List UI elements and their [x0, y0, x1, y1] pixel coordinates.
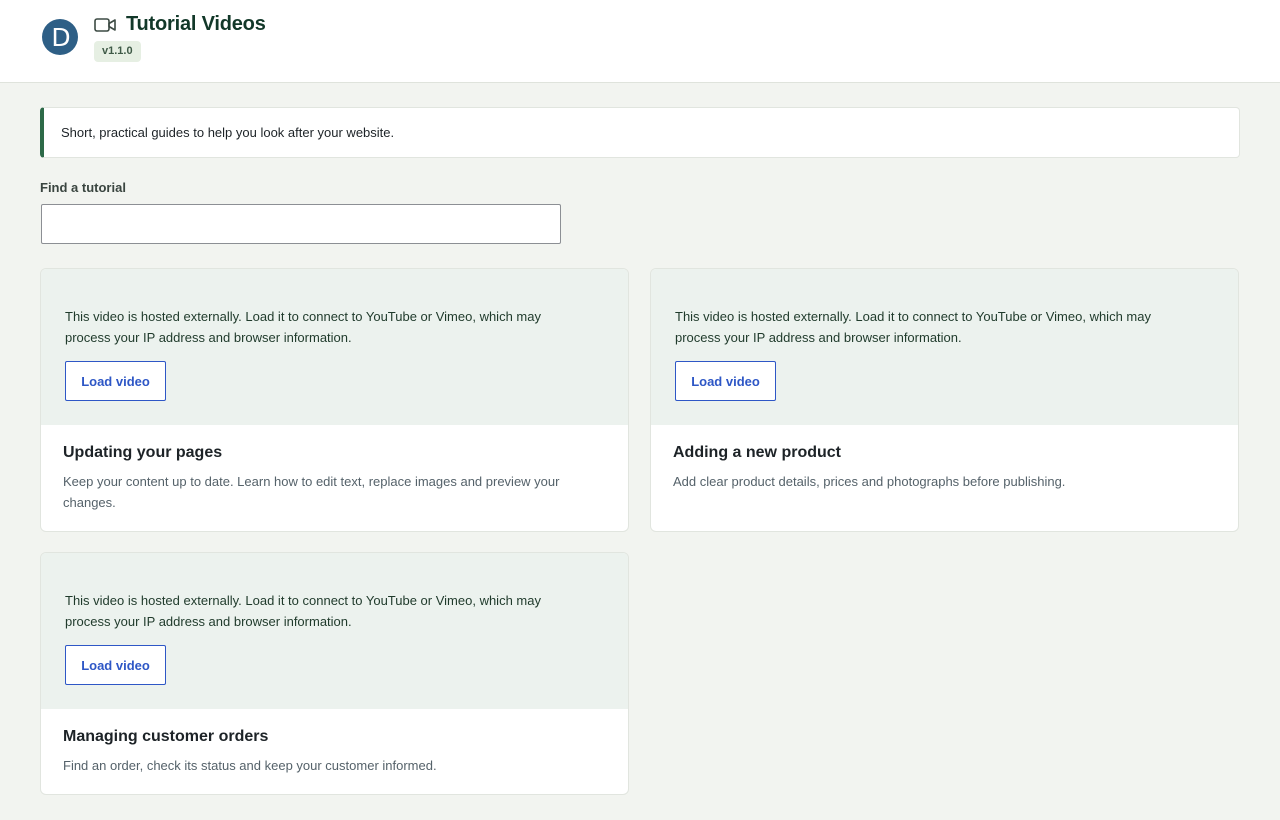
title-row: Tutorial Videos — [94, 13, 266, 36]
version-badge: v1.1.0 — [94, 41, 141, 62]
page-header: D Tutorial Videos v1.1.0 — [0, 0, 1280, 83]
search-input[interactable] — [41, 204, 561, 244]
site-logo: D — [42, 19, 78, 55]
search-label: Find a tutorial — [40, 180, 126, 195]
intro-notice: Short, practical guides to help you look… — [40, 107, 1240, 158]
tutorial-card-managing-orders: This video is hosted externally. Load it… — [40, 552, 629, 795]
load-video-button[interactable]: Load video — [675, 361, 776, 401]
video-placeholder: This video is hosted externally. Load it… — [41, 269, 628, 425]
tutorial-description: Keep your content up to date. Learn how … — [63, 474, 560, 510]
tutorial-title: Adding a new product — [673, 444, 841, 461]
consent-text: This video is hosted externally. Load it… — [675, 309, 1151, 345]
consent-text: This video is hosted externally. Load it… — [65, 309, 541, 345]
tutorial-card-adding-product: This video is hosted externally. Load it… — [650, 268, 1239, 532]
intro-text: Short, practical guides to help you look… — [61, 125, 395, 140]
load-video-button[interactable]: Load video — [65, 361, 166, 401]
video-camera-icon — [94, 17, 116, 33]
page-title: Tutorial Videos — [126, 13, 266, 35]
tutorial-card-updating-pages: This video is hosted externally. Load it… — [40, 268, 629, 532]
tutorial-title: Updating your pages — [63, 444, 223, 461]
tutorial-description: Add clear product details, prices and ph… — [673, 474, 1066, 489]
tutorial-title: Managing customer orders — [63, 728, 269, 745]
tutorial-description: Find an order, check its status and keep… — [63, 758, 437, 773]
video-placeholder: This video is hosted externally. Load it… — [41, 553, 628, 709]
consent-text: This video is hosted externally. Load it… — [65, 593, 541, 629]
logo-letter: D — [51, 22, 70, 52]
load-video-button[interactable]: Load video — [65, 645, 166, 685]
video-placeholder: This video is hosted externally. Load it… — [651, 269, 1238, 425]
